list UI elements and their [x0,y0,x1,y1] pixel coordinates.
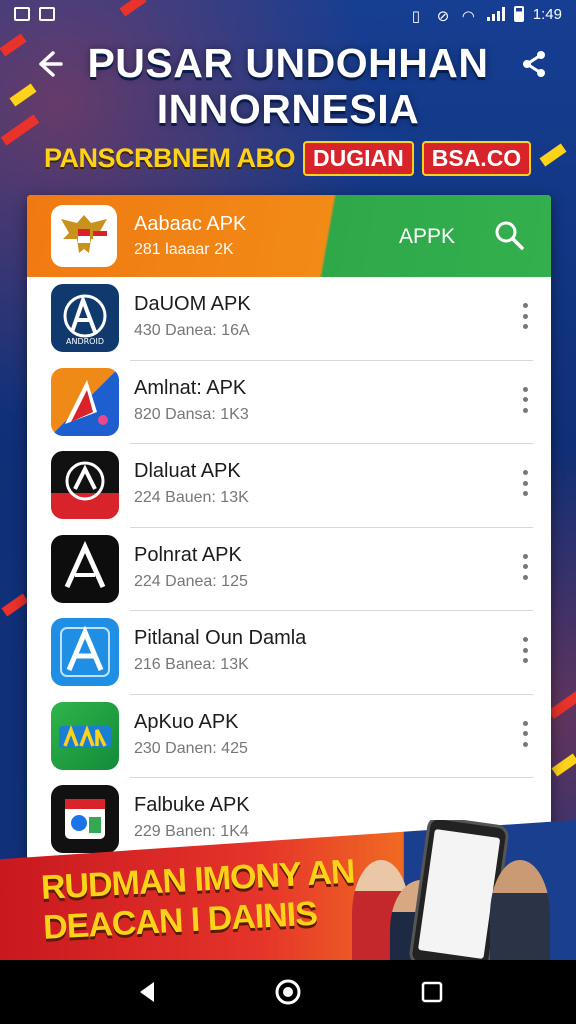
app-meta: 216 Banea: 13K [134,656,249,673]
system-nav-bar [0,960,576,1024]
promo-banner[interactable]: RUDMAN IMONY AN DEACAN I DAINIS [0,820,576,960]
featured-app-meta: 281 laaaar 2K [134,241,234,258]
list-item[interactable]: Polnrat APK 224 Danea: 125 [27,528,551,611]
blue-a-logo-icon [51,618,119,686]
garuda-emblem-icon [51,205,117,267]
circle-home-icon [275,979,301,1005]
app-meta: 224 Bauen: 13K [134,489,249,506]
app-meta: 230 Danen: 425 [134,739,248,757]
battery-icon [513,6,524,22]
back-arrow-icon [39,51,63,77]
person-image [490,860,550,960]
share-icon [523,51,545,77]
app-name: Falbuke APK [134,794,250,816]
apk-logo-blue-icon: ANDROID [51,284,119,352]
search-button[interactable] [493,219,525,251]
green-apk-logo-icon [51,701,119,770]
title-line1: PUSAR UNDOHHAN [87,40,489,86]
triangle-logo-icon [51,534,119,603]
apk-tab-button[interactable]: APPK [399,225,455,249]
nav-home-button[interactable] [272,976,304,1008]
search-icon [495,221,524,250]
more-options-icon[interactable] [521,720,529,747]
more-options-icon[interactable] [521,637,529,663]
tag-badge: DUGIAN [303,140,414,176]
status-bar: ▯ ⊘ ◠ 1:49 [0,0,576,28]
app-name: Amlnat: APK [134,376,247,399]
page-title: PUSAR UNDOHHAN INNORNESIA [60,40,516,132]
more-options-icon[interactable] [521,470,529,496]
mail-icon [39,7,55,21]
more-options-icon[interactable] [521,386,529,413]
signal-icon [486,7,505,21]
circle-logo-icon [51,451,119,519]
featured-app-name: Aabaac APK [134,213,247,235]
triangle-back-icon [140,982,154,1002]
subtitle-text: PANSCRBNEM ABO [44,142,296,173]
app-meta: 430 Danea: 16A [134,322,250,339]
svg-text:ANDROID: ANDROID [66,337,104,346]
list-item[interactable]: Amlnat: APK 820 Dansa: 1K3 [27,361,551,444]
app-name: DaUOM APK [134,293,251,315]
list-item[interactable]: ApKuo APK 230 Danen: 425 [27,695,551,778]
app-meta: 224 Danea: 125 [134,572,248,590]
app-name: ApKuo APK [134,710,239,733]
nav-back-button[interactable] [132,976,164,1008]
app-meta: 820 Dansa: 1K3 [134,405,249,423]
tag-badge: BSA.CO [421,140,532,176]
nav-recents-button[interactable] [416,976,448,1008]
app-name: Pitlanal Oun Damla [134,627,307,649]
title-line2: INNORNESIA [156,86,420,132]
list-item[interactable]: ANDROID DaUOM APK 430 Danea: 16A [27,277,551,361]
promo-headline: RUDMAN IMONY AN DEACAN I DAINIS [40,852,357,948]
subtitle-banner: PANSCRBNEM ABO DUGIAN BSA.CO [44,140,544,176]
square-recents-icon [421,981,443,1003]
more-options-icon[interactable] [521,303,529,329]
status-time: 1:49 [532,5,562,23]
app-list-card: Aabaac APK 281 laaaar 2K APPK ANDROID Da… [27,195,551,860]
app-list: ANDROID DaUOM APK 430 Danea: 16A Amlnat:… [27,277,551,860]
dnd-icon: ⊘ [436,8,450,25]
more-options-icon[interactable] [521,553,529,580]
featured-app-row[interactable]: Aabaac APK 281 laaaar 2K APPK [27,195,551,277]
vibrate-icon: ▯ [411,8,421,25]
list-item[interactable]: Dlaluat APK 224 Bauen: 13K [27,444,551,528]
app-name: Dlaluat APK [134,460,241,482]
list-item[interactable]: Pitlanal Oun Damla 216 Banea: 13K [27,611,551,695]
arrow-logo-icon [51,367,119,436]
wifi-icon: ◠ [461,8,475,25]
app-name: Polnrat APK [134,543,242,566]
share-button[interactable] [514,44,554,84]
notification-icon [14,7,30,21]
